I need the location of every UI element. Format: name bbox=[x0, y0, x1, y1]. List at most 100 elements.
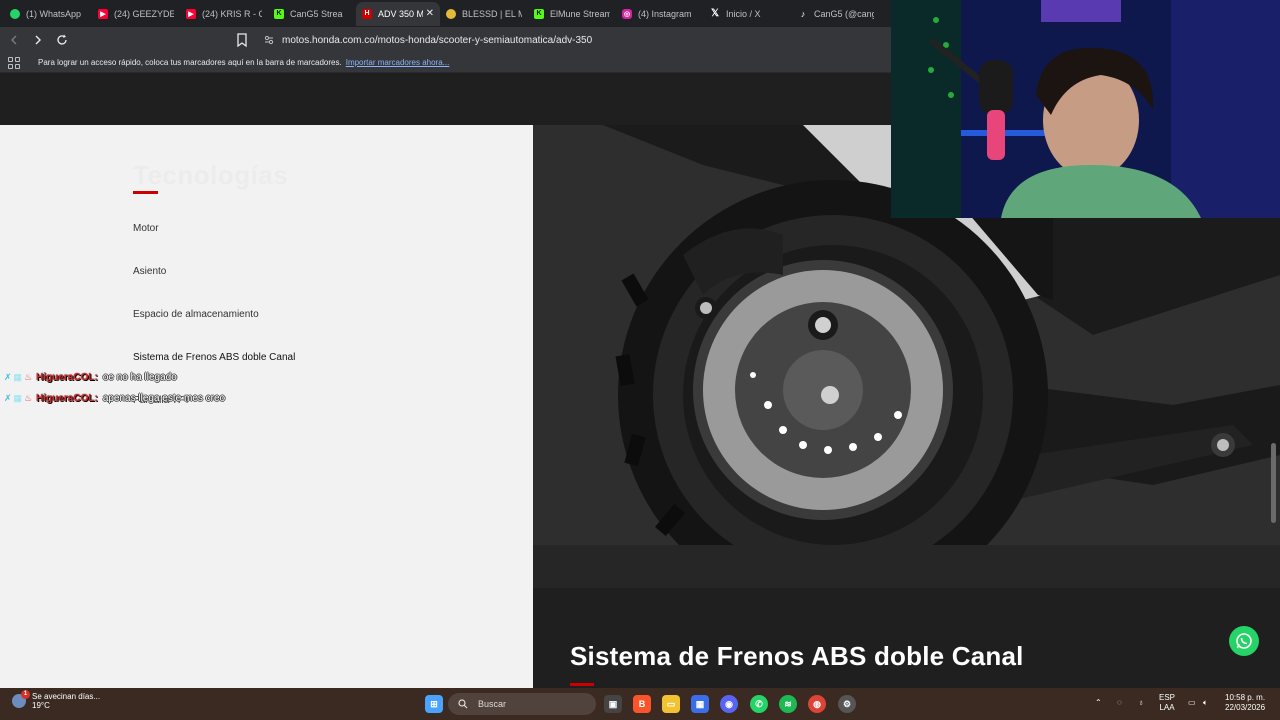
menu-item-asiento[interactable]: Asiento bbox=[133, 266, 166, 277]
back-arrow-icon bbox=[11, 35, 17, 45]
tab-label: (24) GEEZYDEE bbox=[114, 8, 174, 19]
kick-icon: K bbox=[534, 8, 544, 19]
whatsapp-taskbar-icon[interactable]: ✆ bbox=[750, 695, 768, 713]
chat-message: ✗ ▦ ♨ HigueraCOL: oe no ha llegado bbox=[4, 367, 225, 388]
chrome-icon[interactable]: ◍ bbox=[808, 695, 826, 713]
title-underline bbox=[133, 191, 158, 194]
tab-whatsapp[interactable]: (1) WhatsApp bbox=[4, 2, 92, 26]
mic-tray-icon[interactable]: ♁ bbox=[1138, 698, 1144, 708]
language-indicator[interactable]: ESP LAA bbox=[1159, 693, 1175, 713]
tab-label: (24) KRIS R - G bbox=[202, 8, 262, 19]
file-explorer-icon[interactable]: ▭ bbox=[662, 695, 680, 713]
tab-label: CanG5 Strea bbox=[290, 8, 343, 19]
tray-chevron-icon[interactable]: ⌃ bbox=[1095, 698, 1102, 708]
tab-label: (4) Instagram bbox=[638, 8, 692, 19]
menu-item-frenos-abs[interactable]: Sistema de Frenos ABS doble Canal bbox=[133, 352, 295, 363]
lang-bottom: LAA bbox=[1159, 703, 1175, 712]
clock[interactable]: 10:58 p. m. 22/03/2026 bbox=[1225, 693, 1265, 713]
import-bookmarks-link[interactable]: Importar marcadores ahora... bbox=[346, 58, 450, 67]
volume-icon[interactable]: 🔈︎ bbox=[1203, 698, 1208, 708]
bookmarks-hint: Para lograr un acceso rápido, coloca tus… bbox=[38, 58, 342, 67]
discord-icon[interactable]: ◉ bbox=[720, 695, 738, 713]
sub-badge-icon: ▦ bbox=[13, 393, 23, 403]
kick-icon: K bbox=[274, 8, 284, 19]
forward-button[interactable] bbox=[28, 30, 48, 50]
tab-geezydee[interactable]: ▶ (24) GEEZYDEE bbox=[92, 2, 180, 26]
tab-adv-350[interactable]: H ADV 350 M ✕ bbox=[356, 1, 440, 26]
sub-badge-icon: ▦ bbox=[13, 372, 23, 382]
apps-grid-icon[interactable] bbox=[8, 56, 20, 69]
app-icon[interactable]: ⚙ bbox=[838, 695, 856, 713]
network-tray-icon[interactable]: ◌ bbox=[1117, 698, 1122, 708]
windows-taskbar: 1 Se avecinan días... 19°C ⊞ Buscar ▣ B … bbox=[0, 688, 1280, 720]
stream-chat-overlay: ✗ ▦ ♨ HigueraCOL: oe no ha llegado ✗ ▦ ♨… bbox=[4, 367, 225, 409]
bookmark-icon[interactable] bbox=[235, 32, 249, 48]
heading-underline bbox=[570, 683, 594, 686]
instagram-icon: ◎ bbox=[622, 8, 632, 19]
tab-cang5-tiktok[interactable]: ♪ CanG5 (@cang bbox=[792, 2, 880, 26]
back-button[interactable] bbox=[4, 30, 24, 50]
section-title: Tecnologías bbox=[133, 160, 289, 190]
tab-label: ADV 350 M bbox=[378, 8, 425, 19]
brave-icon[interactable]: B bbox=[633, 695, 651, 713]
tiktok-icon: ♪ bbox=[800, 8, 806, 19]
x-icon: 𝕏 bbox=[710, 8, 720, 19]
display-tray-icon[interactable]: ▭ bbox=[1188, 698, 1196, 708]
chat-username: HigueraCOL: bbox=[36, 393, 98, 404]
menu-item-motor[interactable]: Motor bbox=[133, 223, 159, 234]
weather-widget[interactable]: 1 Se avecinan días... 19°C bbox=[12, 690, 101, 710]
tab-kris-r[interactable]: ▶ (24) KRIS R - G bbox=[180, 2, 268, 26]
whatsapp-icon bbox=[1236, 633, 1252, 649]
sword-badge-icon: ✗ bbox=[4, 393, 12, 403]
lang-top: ESP bbox=[1159, 693, 1176, 702]
whatsapp-icon bbox=[10, 8, 20, 19]
windows-start-icon[interactable]: ⊞ bbox=[425, 695, 443, 713]
chat-message: ✗ ▦ ♨ HigueraCOL: apenas llega este mes … bbox=[4, 388, 225, 409]
search-icon bbox=[458, 699, 468, 709]
clock-date: 22/03/2026 bbox=[1225, 703, 1266, 712]
flame-badge-icon: ♨ bbox=[24, 393, 33, 403]
feature-heading: Sistema de Frenos ABS doble Canal bbox=[570, 641, 1024, 671]
page-scrollbar-thumb[interactable] bbox=[1271, 443, 1276, 523]
weather-badge: 1 bbox=[21, 690, 30, 699]
store-icon[interactable]: ▦ bbox=[691, 695, 709, 713]
chat-text: oe no ha llegado bbox=[102, 372, 177, 383]
whatsapp-chat-button[interactable] bbox=[1229, 626, 1259, 656]
forward-arrow-icon bbox=[35, 35, 41, 45]
tab-label: BLESSD | EL ME bbox=[462, 8, 522, 19]
tab-x[interactable]: 𝕏 Inicio / X bbox=[704, 2, 792, 26]
honda-icon: H bbox=[362, 8, 372, 19]
feature-text-area bbox=[533, 588, 1280, 688]
webcam-overlay bbox=[891, 0, 1280, 218]
address-bar[interactable]: motos.honda.com.co/motos-honda/scooter-y… bbox=[256, 29, 896, 51]
sword-badge-icon: ✗ bbox=[4, 372, 12, 382]
tab-instagram[interactable]: ◎ (4) Instagram bbox=[616, 2, 704, 26]
close-icon[interactable]: ✕ bbox=[422, 8, 434, 19]
reload-icon bbox=[57, 34, 67, 45]
menu-item-almacenamiento[interactable]: Espacio de almacenamiento bbox=[133, 309, 259, 320]
tab-label: CanG5 (@cang bbox=[814, 8, 874, 19]
tab-elmune-stream[interactable]: K ElMune Stream bbox=[528, 2, 616, 26]
chat-username: HigueraCOL: bbox=[36, 372, 98, 383]
flame-badge-icon: ♨ bbox=[24, 372, 33, 382]
weather-text: Se avecinan días... bbox=[32, 692, 101, 701]
weather-temp: 19°C bbox=[32, 701, 50, 710]
tab-blessd[interactable]: BLESSD | EL ME bbox=[440, 2, 528, 26]
tab-label: (1) WhatsApp bbox=[26, 8, 82, 19]
youtube-icon: ▶ bbox=[186, 8, 196, 19]
tab-cang5-stream[interactable]: K CanG5 Strea bbox=[268, 2, 356, 26]
site-info-icon[interactable] bbox=[264, 35, 274, 45]
youtube-icon: ▶ bbox=[98, 8, 108, 19]
taskbar-search[interactable]: Buscar bbox=[448, 693, 596, 715]
task-view-icon[interactable]: ▣ bbox=[604, 695, 622, 713]
chat-text: apenas llega este mes creo bbox=[102, 393, 226, 404]
url-text: motos.honda.com.co/motos-honda/scooter-y… bbox=[282, 34, 593, 46]
streamer-camera-feed bbox=[891, 0, 1280, 218]
blessd-icon bbox=[446, 8, 456, 19]
weather-icon: 1 bbox=[12, 690, 30, 708]
screen: (1) WhatsApp ▶ (24) GEEZYDEE ▶ (24) KRIS… bbox=[0, 0, 1280, 720]
search-label: Buscar bbox=[478, 699, 507, 709]
tab-label: Inicio / X bbox=[726, 8, 761, 19]
spotify-icon[interactable]: ≋ bbox=[779, 695, 797, 713]
reload-button[interactable] bbox=[52, 30, 72, 50]
